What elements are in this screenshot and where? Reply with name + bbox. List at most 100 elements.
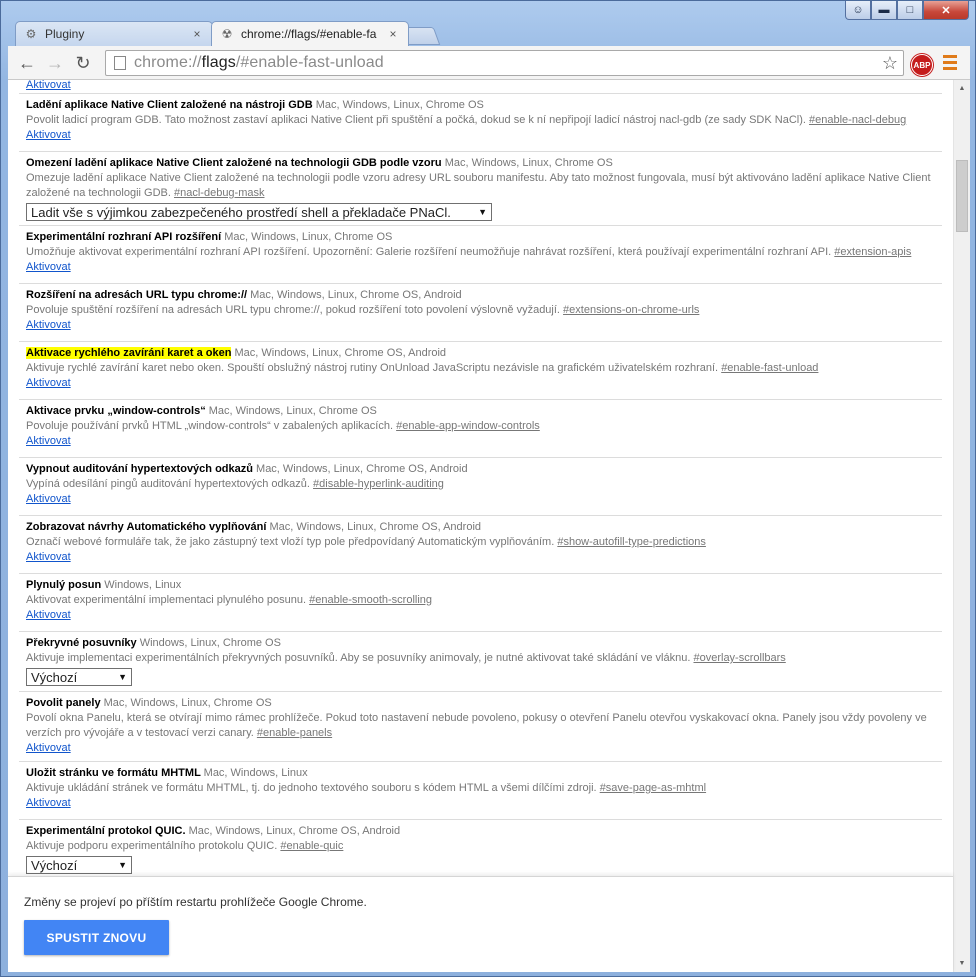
enable-link[interactable]: Aktivovat [26, 80, 71, 93]
experiment-title: Aktivace prvku „window-controls“ Mac, Wi… [26, 404, 935, 419]
minimize-button[interactable]: ▬ [871, 1, 897, 20]
experiment-platforms: Mac, Windows, Linux [203, 767, 308, 779]
profile-icon[interactable]: ☺ [845, 1, 871, 20]
experiment-description: Označí webové formuláře tak, že jako zás… [26, 535, 935, 550]
scroll-up-icon[interactable]: ▲ [954, 80, 970, 97]
experiment-title: Povolit panely Mac, Windows, Linux, Chro… [26, 696, 935, 711]
enable-link[interactable]: Aktivovat [26, 434, 71, 449]
experiment-description: Omezuje ladění aplikace Native Client za… [26, 171, 935, 201]
forward-arrow-icon[interactable]: → [44, 52, 66, 74]
back-arrow-icon[interactable]: ← [16, 52, 38, 74]
tab-strip: ⚙ Pluginy × ☢ chrome://flags/#enable-fa … [7, 21, 907, 46]
experiment-description-text: Umožňuje aktivovat experimentální rozhra… [26, 246, 832, 258]
experiment-title: Aktivace rychlého zavírání karet a oken … [26, 346, 935, 361]
experiment-anchor[interactable]: #enable-quic [280, 840, 343, 852]
experiment-description-text: Aktivuje rychlé zavírání karet nebo oken… [26, 362, 719, 374]
experiment-anchor[interactable]: #overlay-scrollbars [693, 652, 785, 664]
enable-link[interactable]: Aktivovat [26, 376, 71, 391]
experiment-anchor[interactable]: #enable-smooth-scrolling [309, 594, 432, 606]
experiment-item: Plynulý posun Windows, Linux Aktivovat ex… [19, 574, 942, 632]
experiment-anchor[interactable]: #show-autofill-type-predictions [557, 536, 706, 548]
select-value: Ladit vše s výjimkou zabezpečeného prost… [31, 204, 451, 220]
select-value: Výchozí [31, 669, 78, 685]
experiment-anchor[interactable]: #enable-fast-unload [721, 362, 818, 374]
experiment-platforms: Mac, Windows, Linux, Chrome OS [103, 697, 272, 709]
experiment-anchor[interactable]: #extensions-on-chrome-urls [563, 304, 699, 316]
experiment-select[interactable]: Výchozí ▼ [26, 668, 132, 686]
experiment-platforms: Mac, Windows, Linux, Chrome OS [315, 99, 484, 111]
experiment-item: Aktivovat [19, 80, 942, 94]
experiment-item: Překryvné posuvníky Windows, Linux, Chro… [19, 632, 942, 692]
experiment-description-text: Aktivovat experimentální implementaci pl… [26, 594, 307, 606]
enable-link[interactable]: Aktivovat [26, 128, 71, 143]
browser-window: ☺ ▬ □ ✕ ⚙ Pluginy × ☢ chrome://flags/#en… [0, 0, 976, 977]
bookmark-star-icon[interactable]: ☆ [877, 53, 903, 74]
toolbar: ← → ↻ chrome://flags/#enable-fast-unload… [8, 46, 970, 80]
adblock-plus-icon[interactable]: ABP [911, 54, 933, 76]
address-bar-url[interactable]: chrome://flags/#enable-fast-unload [134, 54, 877, 72]
experiment-anchor[interactable]: #save-page-as-mhtml [600, 782, 706, 794]
experiment-description: Aktivuje ukládání stránek ve formátu MHT… [26, 781, 935, 796]
enable-link[interactable]: Aktivovat [26, 318, 71, 333]
experiment-anchor[interactable]: #enable-app-window-controls [396, 420, 540, 432]
experiment-name: Rozšíření na adresách URL typu chrome:// [26, 289, 248, 301]
experiment-title: Ladění aplikace Native Client založené n… [26, 98, 935, 113]
experiment-platforms: Mac, Windows, Linux, Chrome OS [208, 405, 377, 417]
page-viewport: Aktivovat Ladění aplikace Native Client z… [8, 80, 970, 972]
tab-flags[interactable]: ☢ chrome://flags/#enable-fa × [211, 21, 409, 46]
address-bar[interactable]: chrome://flags/#enable-fast-unload ☆ [105, 50, 904, 76]
experiment-description-text: Aktivuje implementaci experimentálních p… [26, 652, 691, 664]
enable-link[interactable]: Aktivovat [26, 492, 71, 507]
enable-link[interactable]: Aktivovat [26, 550, 71, 565]
experiment-name: Omezení ladění aplikace Native Client za… [26, 157, 442, 169]
close-window-button[interactable]: ✕ [923, 1, 969, 20]
enable-link[interactable]: Aktivovat [26, 741, 71, 756]
enable-link[interactable]: Aktivovat [26, 608, 71, 623]
experiment-item: Aktivace rychlého zavírání karet a oken … [19, 342, 942, 400]
enable-link[interactable]: Aktivovat [26, 260, 71, 275]
scroll-down-icon[interactable]: ▼ [954, 955, 970, 972]
experiment-anchor[interactable]: #enable-panels [257, 727, 332, 739]
experiment-description: Aktivuje podporu experimentálního protok… [26, 839, 935, 854]
maximize-button[interactable]: □ [897, 1, 923, 20]
tab-plugins[interactable]: ⚙ Pluginy × [15, 21, 213, 46]
experiment-description: Aktivuje rychlé zavírání karet nebo oken… [26, 361, 935, 376]
experiment-name: Plynulý posun [26, 579, 102, 591]
vertical-scrollbar[interactable]: ▲ ▼ [953, 80, 970, 972]
experiment-title: Experimentální protokol QUIC. Mac, Windo… [26, 824, 935, 839]
experiment-item: Ladění aplikace Native Client založené n… [19, 94, 942, 152]
relaunch-button[interactable]: SPUSTIT ZNOVU [24, 920, 169, 955]
experiment-select[interactable]: Ladit vše s výjimkou zabezpečeného prost… [26, 203, 492, 221]
experiment-name: Povolit panely [26, 697, 101, 709]
experiment-description-text: Aktivuje podporu experimentálního protok… [26, 840, 278, 852]
enable-link[interactable]: Aktivovat [26, 796, 71, 811]
experiment-select[interactable]: Výchozí ▼ [26, 856, 132, 874]
radiation-icon: ☢ [221, 27, 233, 41]
experiment-anchor[interactable]: #disable-hyperlink-auditing [313, 478, 444, 490]
experiment-name: Vypnout auditování hypertextových odkazů [26, 463, 253, 475]
experiment-platforms: Mac, Windows, Linux, Chrome OS, Android [256, 463, 468, 475]
experiment-anchor[interactable]: #enable-nacl-debug [809, 114, 906, 126]
tab-close-icon[interactable]: × [386, 27, 400, 41]
experiment-description-text: Omezuje ladění aplikace Native Client za… [26, 172, 931, 199]
select-value: Výchozí [31, 857, 78, 873]
experiment-platforms: Mac, Windows, Linux, Chrome OS [224, 231, 393, 243]
experiment-platforms: Mac, Windows, Linux, Chrome OS, Android [234, 347, 447, 359]
experiment-name: Experimentální rozhraní API rozšíření [26, 231, 222, 243]
experiment-description: Povolí okna Panelu, která se otvírají mi… [26, 711, 935, 741]
experiment-item: Uložit stránku ve formátu MHTML Mac, Win… [19, 762, 942, 820]
dropdown-arrow-icon: ▼ [118, 672, 127, 682]
experiment-name: Zobrazovat návrhy Automatického vyplňová… [26, 521, 267, 533]
experiment-description: Umožňuje aktivovat experimentální rozhra… [26, 245, 935, 260]
chrome-menu-icon[interactable] [943, 55, 957, 71]
experiment-anchor[interactable]: #nacl-debug-mask [174, 187, 265, 199]
experiment-item: Vypnout auditování hypertextových odkazů… [19, 458, 942, 516]
tab-close-icon[interactable]: × [190, 27, 204, 41]
reload-icon[interactable]: ↻ [72, 52, 94, 74]
url-rest: /#enable-fast-unload [235, 54, 384, 71]
tab-label: chrome://flags/#enable-fa [241, 27, 377, 41]
experiment-anchor[interactable]: #extension-apis [834, 246, 911, 258]
experiment-title: Rozšíření na adresách URL typu chrome://… [26, 288, 935, 303]
experiment-platforms: Mac, Windows, Linux, Chrome OS, Android [269, 521, 482, 533]
scrollbar-thumb[interactable] [956, 160, 968, 232]
